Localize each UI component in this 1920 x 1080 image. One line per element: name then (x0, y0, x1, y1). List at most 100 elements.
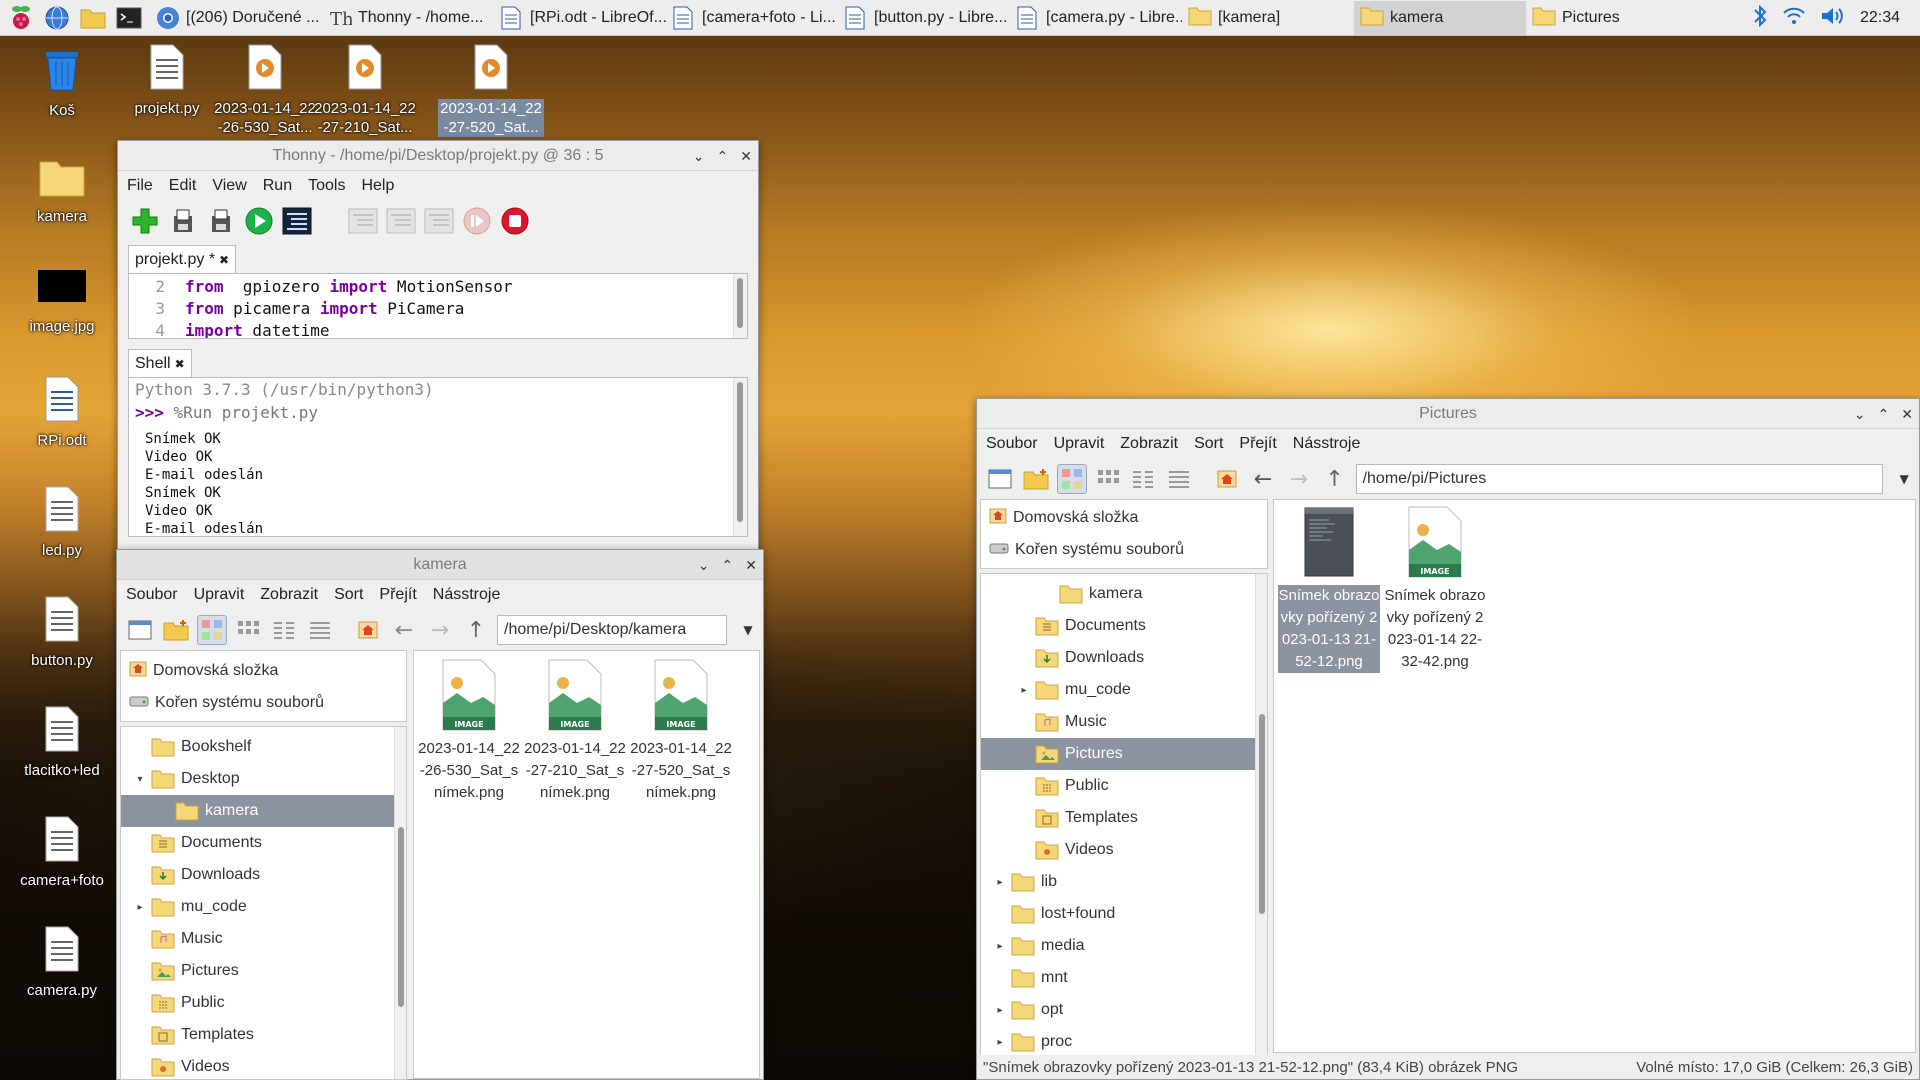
place-item[interactable]: Domovská složka (121, 655, 406, 687)
place-item[interactable]: Domovská složka (981, 502, 1267, 534)
open-file-icon[interactable] (168, 206, 198, 236)
new-folder-icon[interactable] (161, 615, 191, 645)
wifi-icon[interactable] (1782, 6, 1806, 30)
pictures-titlebar[interactable]: Pictures ⌄ ⌃ ✕ (977, 399, 1919, 429)
thumbnail-view-icon[interactable] (1093, 464, 1123, 494)
file-item[interactable]: IMAGE 2023-01-14_22-27-210_Sat_snímek.png (524, 659, 626, 804)
expand-arrow-icon[interactable]: ▸ (993, 941, 1007, 952)
tree-item[interactable]: Public (981, 770, 1267, 802)
tree-item[interactable]: Pictures (981, 738, 1267, 770)
close-icon[interactable]: ✕ (745, 557, 757, 574)
menu-item[interactable]: Přejít (1239, 435, 1276, 453)
menu-item[interactable]: File (127, 177, 153, 195)
file-manager-icon[interactable] (78, 3, 108, 33)
menu-item[interactable]: Zobrazit (1120, 435, 1178, 453)
home-icon[interactable] (1212, 464, 1242, 494)
menu-item[interactable]: Help (361, 177, 394, 195)
minimize-icon[interactable]: ⌄ (693, 148, 705, 165)
compact-view-icon[interactable] (1128, 464, 1158, 494)
collapse-arrow-icon[interactable]: ▾ (133, 774, 147, 785)
taskbar-window-button[interactable]: kamera (1354, 0, 1526, 35)
desktop-icon[interactable]: camera.py (6, 926, 118, 1000)
expand-arrow-icon[interactable]: ▸ (993, 1037, 1007, 1048)
home-icon[interactable] (353, 615, 383, 645)
resume-icon[interactable] (462, 206, 492, 236)
tree-item[interactable]: Videos (121, 1051, 406, 1079)
file-item[interactable]: IMAGE Snímek obrazovky pořízený 2023-01-1… (1384, 506, 1486, 673)
volume-icon[interactable] (1820, 6, 1846, 30)
forward-arrow-icon[interactable]: → (1284, 464, 1314, 494)
menu-item[interactable]: Sort (1194, 435, 1223, 453)
taskbar-window-button[interactable]: [kamera] (1182, 1, 1354, 35)
tree-item[interactable]: ▸ lib (981, 866, 1267, 898)
step-out-icon[interactable] (424, 206, 454, 236)
menu-item[interactable]: Tools (308, 177, 345, 195)
tree-item[interactable]: Downloads (981, 642, 1267, 674)
address-dropdown-icon[interactable]: ▼ (733, 615, 763, 645)
tree-item[interactable]: ▾ Desktop (121, 763, 406, 795)
taskbar-window-button[interactable]: Th Thonny - /home... (322, 1, 494, 35)
menu-item[interactable]: Soubor (126, 586, 178, 604)
tree-item[interactable]: Templates (981, 802, 1267, 834)
place-item[interactable]: Kořen systému souborů (981, 534, 1267, 566)
tree-item[interactable]: Documents (981, 610, 1267, 642)
menu-item[interactable]: Zobrazit (260, 586, 318, 604)
menu-item[interactable]: Násstroje (433, 586, 501, 604)
address-bar[interactable]: /home/pi/Pictures (1355, 464, 1884, 494)
expand-arrow-icon[interactable]: ▸ (993, 877, 1007, 888)
tree-item[interactable]: Bookshelf (121, 731, 406, 763)
taskbar-window-button[interactable]: Pictures (1526, 1, 1698, 35)
tree-item[interactable]: lost+found (981, 898, 1267, 930)
new-window-icon[interactable] (125, 615, 155, 645)
maximize-icon[interactable]: ⌃ (1878, 406, 1890, 423)
menu-item[interactable]: Sort (334, 586, 363, 604)
shell-scrollbar[interactable] (733, 378, 747, 536)
expand-arrow-icon[interactable]: ▸ (1017, 685, 1031, 696)
file-item[interactable]: IMAGE 2023-01-14_22-26-530_Sat_snímek.png (418, 659, 520, 804)
tree-item[interactable]: Documents (121, 827, 406, 859)
taskbar-window-button[interactable]: [(206) Doručené ... (150, 1, 322, 35)
bluetooth-icon[interactable] (1752, 4, 1768, 32)
tree-item[interactable]: Public (121, 987, 406, 1019)
raspberry-menu-icon[interactable] (6, 3, 36, 33)
file-item[interactable]: Snímek obrazovky pořízený 2023-01-13 21-… (1278, 506, 1380, 673)
list-view-icon[interactable] (1164, 464, 1194, 494)
tree-item[interactable]: Music (981, 706, 1267, 738)
new-file-icon[interactable] (130, 206, 160, 236)
menu-item[interactable]: Násstroje (1293, 435, 1361, 453)
list-view-icon[interactable] (305, 615, 335, 645)
desktop-icon[interactable]: Koš (6, 46, 118, 120)
desktop-icon[interactable]: kamera (6, 156, 118, 226)
editor-scrollbar[interactable] (733, 274, 747, 338)
minimize-icon[interactable]: ⌄ (698, 557, 710, 574)
desktop-icon[interactable]: projekt.py (114, 44, 220, 118)
desktop-icon[interactable]: 2023-01-14_22-27-210_Sat... (312, 44, 418, 137)
taskbar-window-button[interactable]: [button.py - Libre... (838, 1, 1010, 35)
tree-item[interactable]: ▸ mu_code (121, 891, 406, 923)
maximize-icon[interactable]: ⌃ (722, 557, 734, 574)
address-bar[interactable]: /home/pi/Desktop/kamera (497, 615, 727, 645)
back-arrow-icon[interactable]: ← (1248, 464, 1278, 494)
tree-scrollbar[interactable] (1255, 574, 1267, 1056)
taskbar-window-button[interactable]: [RPi.odt - LibreOf... (494, 1, 666, 35)
icon-view-icon[interactable] (197, 615, 227, 645)
menu-item[interactable]: Soubor (986, 435, 1038, 453)
desktop-icon[interactable]: 2023-01-14_22-27-520_Sat... (438, 44, 544, 137)
browser-globe-icon[interactable] (42, 3, 72, 33)
tree-item[interactable]: Pictures (121, 955, 406, 987)
address-dropdown-icon[interactable]: ▼ (1889, 464, 1919, 494)
taskbar-window-button[interactable]: [camera+foto - Li... (666, 1, 838, 35)
expand-arrow-icon[interactable]: ▸ (133, 902, 147, 913)
debug-icon[interactable] (282, 206, 312, 236)
tree-item[interactable]: ▸ media (981, 930, 1267, 962)
desktop-icon[interactable]: tlacitko+led (6, 706, 118, 780)
forward-arrow-icon[interactable]: → (425, 615, 455, 645)
tree-item[interactable]: Videos (981, 834, 1267, 866)
desktop-icon[interactable]: image.jpg (6, 266, 118, 336)
clock[interactable]: 22:34 (1860, 9, 1900, 27)
thumbnail-view-icon[interactable] (233, 615, 263, 645)
back-arrow-icon[interactable]: ← (389, 615, 419, 645)
menu-item[interactable]: Upravit (194, 586, 245, 604)
save-file-icon[interactable] (206, 206, 236, 236)
close-icon[interactable]: ✕ (740, 148, 752, 165)
